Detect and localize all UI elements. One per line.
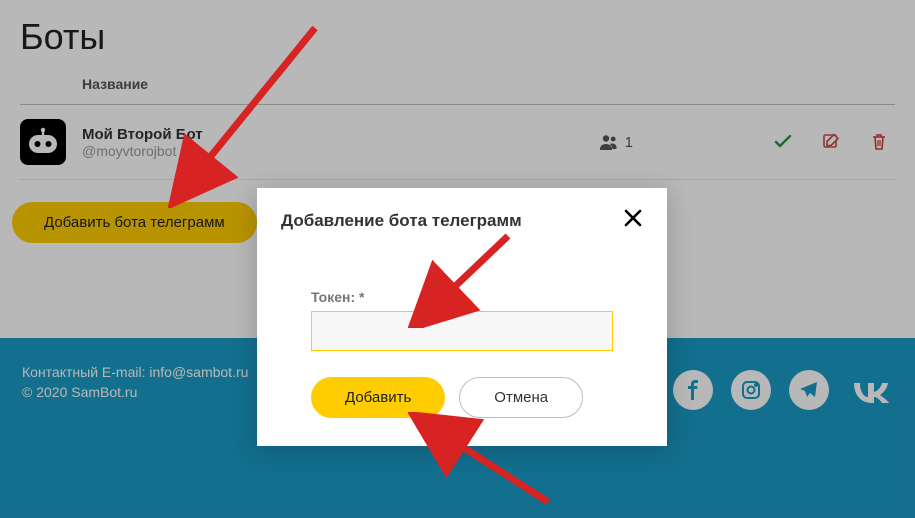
token-label: Токен: * [311, 289, 613, 305]
add-bot-modal: Добавление бота телеграмм Токен: * Добав… [257, 188, 667, 446]
page-root: Боты Название Мой Второй Бот @moyvtorojb… [0, 0, 915, 518]
modal-add-button[interactable]: Добавить [311, 377, 445, 418]
modal-body: Токен: * Добавить Отмена [281, 289, 643, 418]
modal-cancel-button[interactable]: Отмена [459, 377, 583, 418]
modal-header: Добавление бота телеграмм [281, 208, 643, 233]
token-input[interactable] [311, 311, 613, 351]
close-icon[interactable] [623, 208, 643, 233]
modal-title: Добавление бота телеграмм [281, 211, 522, 231]
modal-actions: Добавить Отмена [311, 377, 613, 418]
